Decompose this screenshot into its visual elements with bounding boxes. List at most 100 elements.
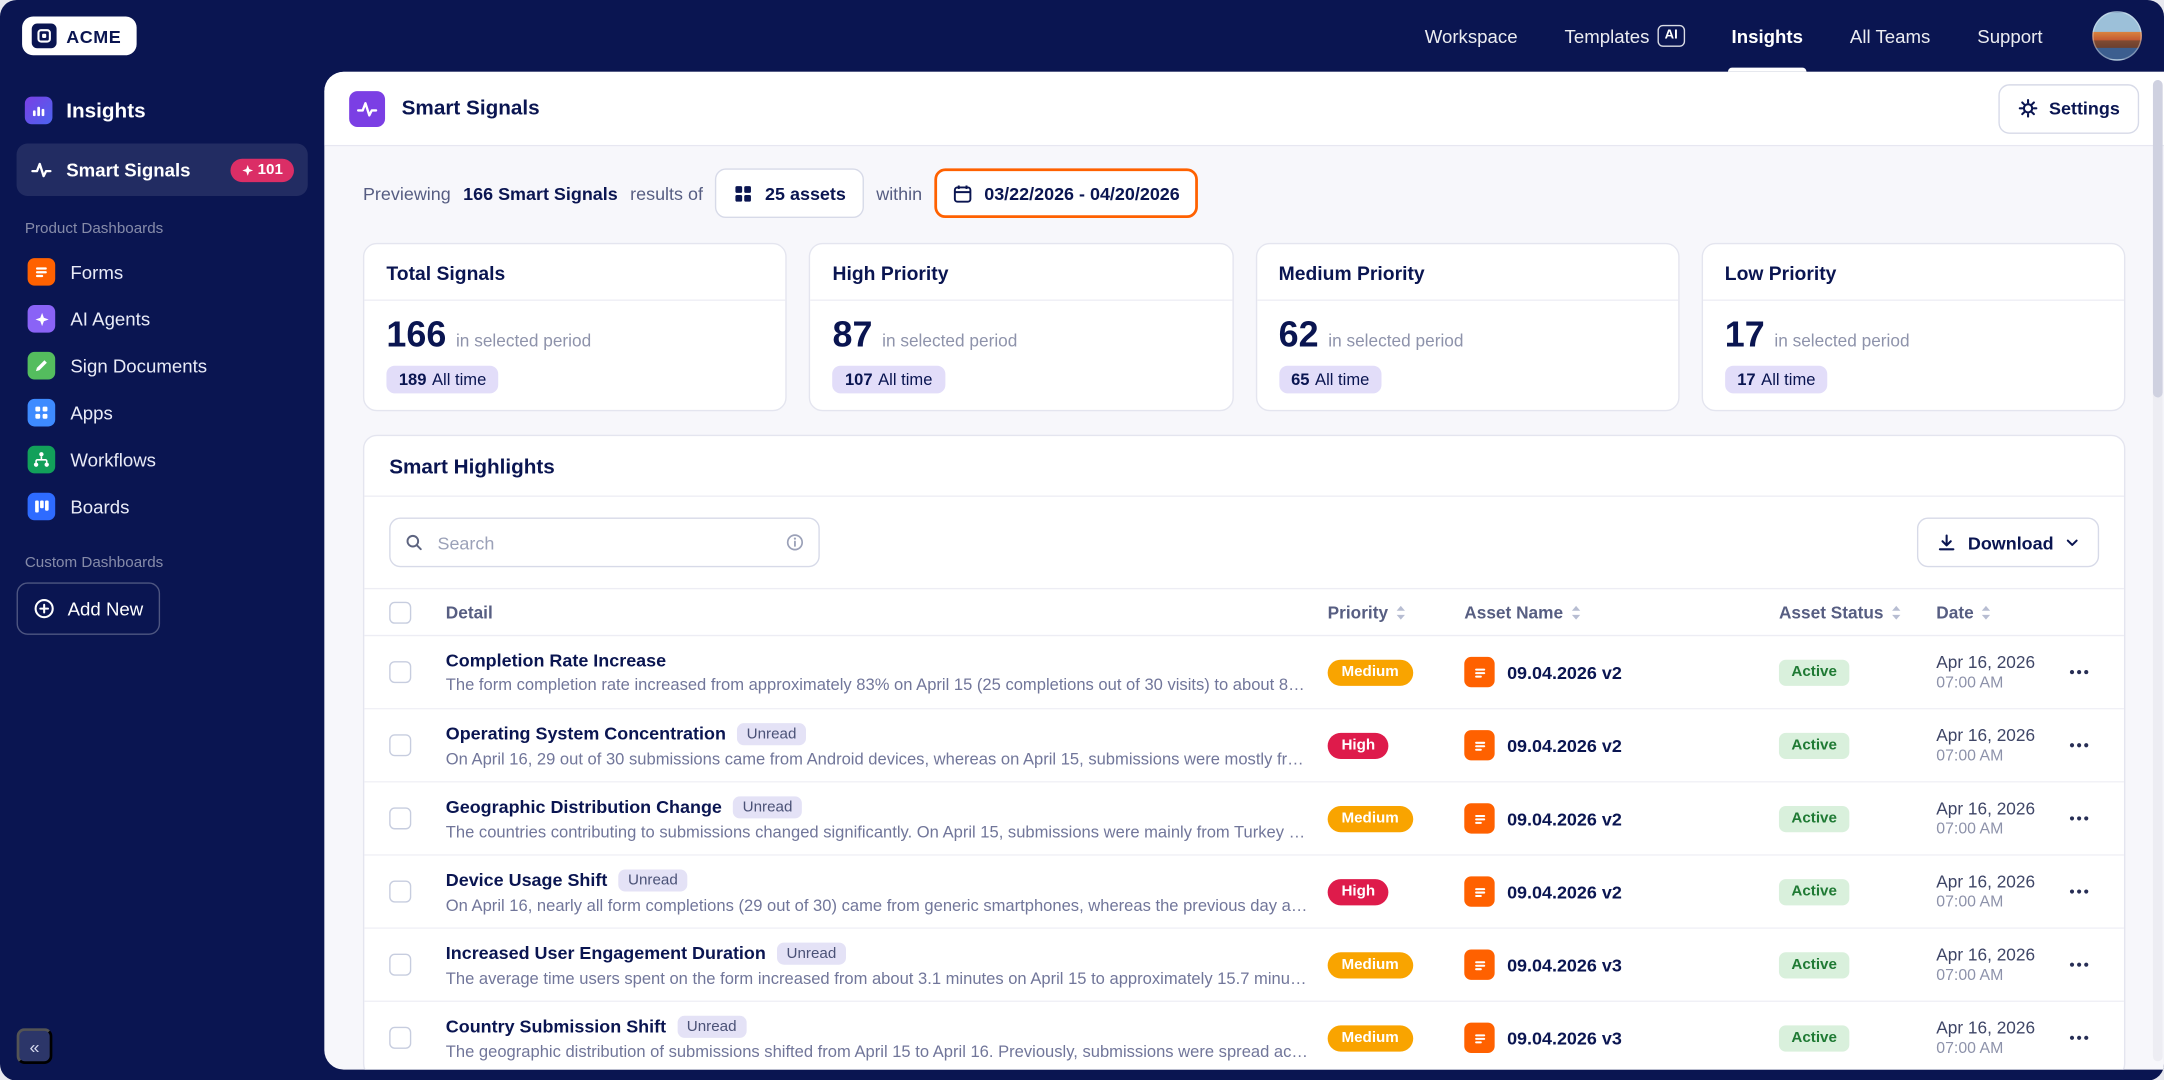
row-checkbox[interactable]: [389, 661, 412, 684]
sidebar-item-smart-signals[interactable]: Smart Signals 101: [16, 143, 308, 196]
stat-card-total-signals: Total Signals 166 in selected period 189 A…: [362, 242, 788, 412]
table-row[interactable]: Operating System Concentration Unread On …: [364, 709, 2124, 783]
ai-agents-icon: [27, 305, 56, 333]
row-checkbox[interactable]: [389, 807, 412, 830]
sign-documents-icon: [27, 351, 56, 380]
row-checkbox[interactable]: [389, 1026, 412, 1049]
asset-name: 09.04.2026 v3: [1507, 1027, 1622, 1049]
assets-grid-icon: [735, 185, 752, 201]
stat-period-label: in selected period: [1774, 331, 1910, 351]
workflows-icon: [27, 445, 56, 474]
forms-icon: [27, 258, 56, 286]
app-window: ACME Workspace Templates AI Insights All…: [0, 0, 2164, 1080]
main-panel: Smart Signals Settings Previewing 166 Sm…: [324, 71, 2164, 1070]
column-date[interactable]: Date: [1936, 602, 2060, 622]
row-menu-button[interactable]: [2060, 800, 2096, 836]
row-title: Country Submission Shift: [445, 1015, 667, 1037]
column-asset-status[interactable]: Asset Status: [1779, 602, 1936, 622]
nav-templates-label: Templates: [1564, 25, 1650, 47]
stat-period-label: in selected period: [455, 331, 592, 351]
table-row[interactable]: Country Submission Shift Unread The geogr…: [364, 1002, 2124, 1070]
assets-filter-button[interactable]: 25 assets: [715, 168, 864, 219]
unread-badge: Unread: [732, 795, 803, 818]
column-asset-name[interactable]: Asset Name: [1464, 602, 1779, 622]
nav-insights[interactable]: Insights: [1727, 0, 1807, 72]
form-asset-icon: [1464, 730, 1495, 761]
sidebar-item-sign-documents[interactable]: Sign Documents: [17, 342, 308, 389]
row-menu-button[interactable]: [2060, 874, 2096, 910]
status-badge: Active: [1778, 732, 1850, 759]
table-row[interactable]: Geographic Distribution Change Unread The…: [364, 783, 2124, 856]
sidebar-item-forms[interactable]: Forms: [17, 248, 308, 295]
status-badge: Active: [1778, 951, 1850, 979]
row-description: The geographic distribution of submissio…: [445, 1041, 1309, 1061]
row-checkbox[interactable]: [389, 734, 412, 757]
table-header: Detail Priority Asset Name Asset Status …: [364, 589, 2124, 637]
download-button[interactable]: Download: [1916, 517, 2100, 568]
asset-name: 09.04.2026 v2: [1507, 661, 1622, 683]
row-menu-button[interactable]: [2060, 947, 2096, 983]
unread-badge: Unread: [618, 868, 688, 891]
previewing-label: Previewing: [362, 182, 451, 204]
nav-templates[interactable]: Templates AI: [1565, 0, 1685, 72]
stat-value: 87: [832, 313, 873, 355]
asset-name: 09.04.2026 v2: [1507, 734, 1622, 756]
sidebar-item-workflows[interactable]: Workflows: [17, 436, 308, 483]
page-title: Smart Signals: [401, 96, 540, 121]
scrollbar[interactable]: [2152, 80, 2163, 1062]
row-date: Apr 16, 2026: [1936, 1018, 2036, 1038]
acme-logo[interactable]: ACME: [22, 16, 137, 56]
stat-card-high-priority: High Priority 87 in selected period 107 Al…: [809, 242, 1234, 412]
sidebar-item-ai-agents[interactable]: AI Agents: [17, 295, 308, 342]
smart-highlights-panel: Smart Highlights Download Detail Priorit…: [362, 434, 2126, 1070]
sidebar-item-boards[interactable]: Boards: [17, 483, 308, 530]
topbar: ACME Workspace Templates AI Insights All…: [0, 0, 2164, 72]
assets-count-label: 25 assets: [765, 182, 846, 204]
gear-icon: [2018, 99, 2037, 118]
badge-count: 101: [257, 161, 283, 179]
select-all-checkbox[interactable]: [389, 601, 412, 624]
status-badge: Active: [1778, 1025, 1850, 1052]
sidebar-item-label: Workflows: [70, 449, 156, 470]
table-row[interactable]: Completion Rate Increase The form comple…: [364, 636, 2124, 710]
row-menu-button[interactable]: [2060, 1020, 2096, 1056]
add-new-label: Add New: [67, 598, 144, 619]
status-badge: Active: [1778, 878, 1850, 906]
column-priority[interactable]: Priority: [1328, 602, 1465, 622]
ai-badge: AI: [1657, 25, 1685, 47]
row-menu-button[interactable]: [2060, 654, 2096, 690]
row-checkbox[interactable]: [389, 953, 412, 976]
row-title: Operating System Concentration: [445, 723, 726, 744]
alltime-badge: 189 All time: [386, 365, 499, 394]
search-input[interactable]: [434, 530, 775, 555]
row-checkbox[interactable]: [389, 880, 412, 903]
table-controls: Download: [364, 497, 2124, 590]
date-range-value: 03/22/2026 - 04/20/2026: [984, 182, 1180, 204]
nav-support[interactable]: Support: [1977, 0, 2042, 72]
row-menu-button[interactable]: [2060, 727, 2096, 763]
nav-workspace[interactable]: Workspace: [1425, 0, 1518, 72]
add-new-button[interactable]: Add New: [16, 582, 160, 635]
acme-logo-icon: [31, 23, 57, 49]
form-asset-icon: [1464, 1022, 1495, 1054]
stat-period-label: in selected period: [882, 331, 1018, 351]
row-time: 07:00 AM: [1936, 1040, 2004, 1058]
sidebar-item-label: Smart Signals: [66, 159, 191, 181]
info-icon[interactable]: [785, 533, 804, 552]
alltime-badge: 107 All time: [832, 365, 945, 394]
nav-all-teams[interactable]: All Teams: [1850, 0, 1930, 72]
user-avatar[interactable]: [2092, 11, 2142, 61]
table-row[interactable]: Device Usage Shift Unread On April 16, ne…: [364, 856, 2124, 929]
stat-title: Total Signals: [364, 244, 786, 301]
scrollbar-thumb[interactable]: [2152, 80, 2163, 398]
results-of-label: results of: [630, 182, 703, 204]
sidebar-collapse-button[interactable]: «: [16, 1028, 53, 1065]
unread-badge: Unread: [677, 1015, 747, 1038]
alltime-badge: 17 All time: [1724, 365, 1828, 394]
row-date: Apr 16, 2026: [1936, 945, 2036, 965]
date-range-input[interactable]: 03/22/2026 - 04/20/2026: [934, 168, 1198, 219]
settings-button[interactable]: Settings: [1997, 83, 2140, 134]
table-row[interactable]: Increased User Engagement Duration Unread…: [364, 929, 2124, 1002]
stat-value: 62: [1278, 313, 1319, 355]
sidebar-item-apps[interactable]: Apps: [17, 389, 308, 436]
